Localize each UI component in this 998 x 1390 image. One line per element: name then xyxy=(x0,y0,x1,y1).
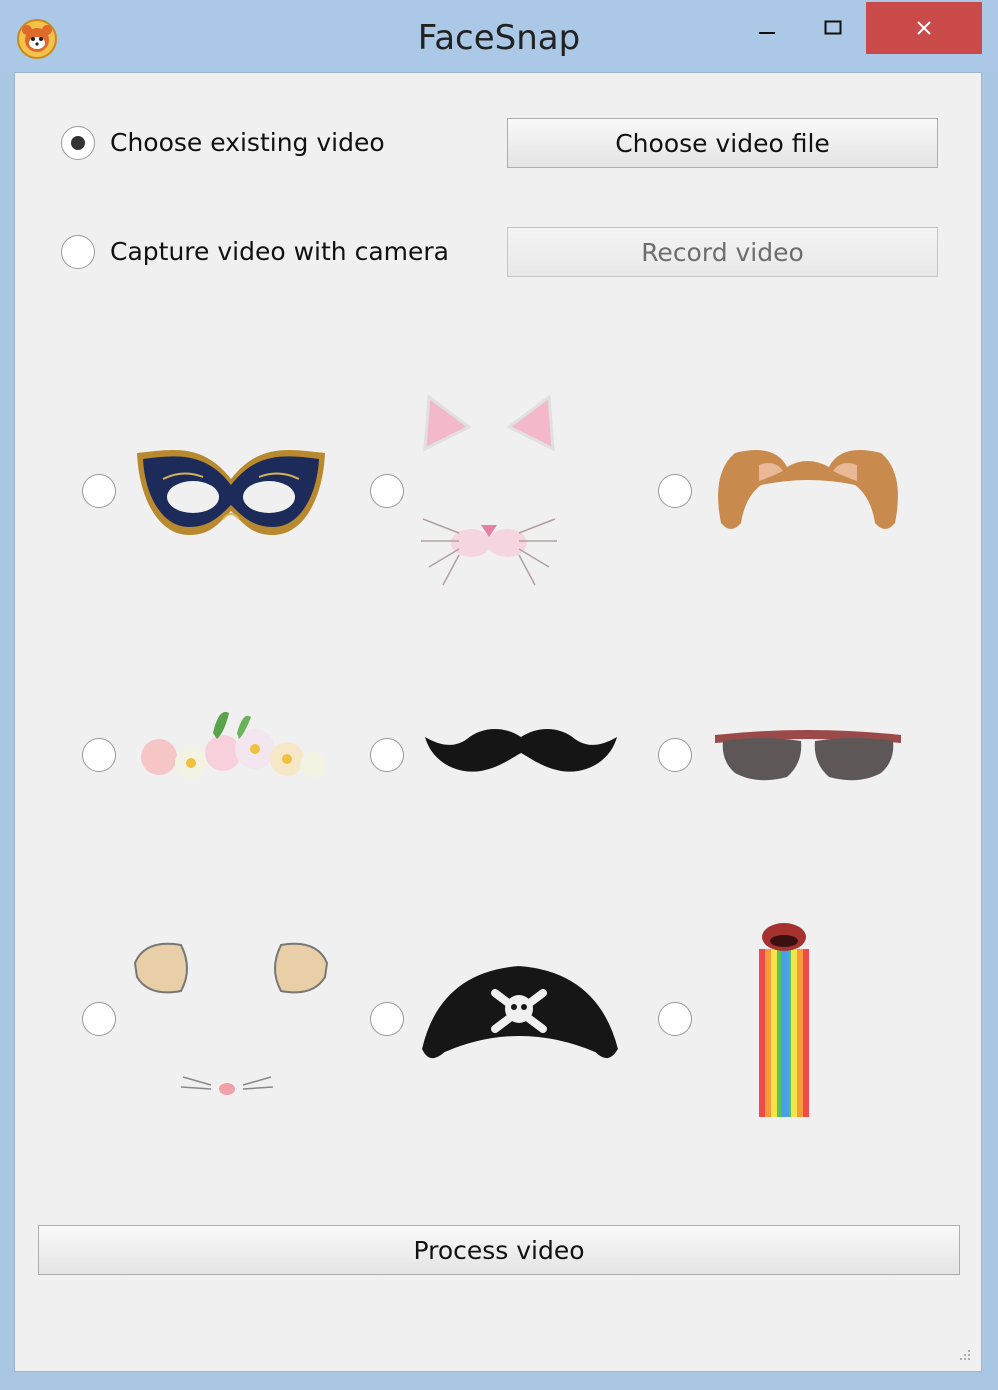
filter-radio-dog[interactable] xyxy=(658,474,692,508)
flower-crown-icon[interactable] xyxy=(133,703,329,803)
close-icon xyxy=(917,21,931,35)
filter-radio-pirate[interactable] xyxy=(370,1002,404,1036)
cat-ears-nose-icon[interactable] xyxy=(419,391,559,587)
mustache-icon[interactable] xyxy=(423,723,619,783)
maximize-button[interactable] xyxy=(804,2,862,54)
filter-radio-flowers[interactable] xyxy=(82,738,116,772)
process-video-button[interactable]: Process video xyxy=(38,1225,960,1275)
existing-video-label[interactable]: Choose existing video xyxy=(110,128,385,157)
camera-video-label[interactable]: Capture video with camera xyxy=(110,237,449,266)
resize-grip-icon[interactable] xyxy=(959,1349,971,1361)
maximize-icon xyxy=(824,20,842,35)
camera-video-radio[interactable] xyxy=(61,235,95,269)
filter-radio-mask[interactable] xyxy=(82,474,116,508)
rainbow-tongue-icon[interactable] xyxy=(757,919,811,1119)
record-video-button: Record video xyxy=(507,227,938,277)
title-bar: FaceSnap xyxy=(0,0,998,72)
filter-radio-sunglasses[interactable] xyxy=(658,738,692,772)
masquerade-mask-icon[interactable] xyxy=(133,439,329,539)
filter-radio-rainbow[interactable] xyxy=(658,1002,692,1036)
filter-radio-mouse[interactable] xyxy=(82,1002,116,1036)
minimize-button[interactable] xyxy=(738,2,796,54)
filter-radio-mustache[interactable] xyxy=(370,738,404,772)
close-button[interactable] xyxy=(866,2,982,54)
main-panel: Choose existing video Choose video file … xyxy=(14,72,982,1372)
existing-video-radio[interactable] xyxy=(61,126,95,160)
choose-video-file-button[interactable]: Choose video file xyxy=(507,118,938,168)
minimize-icon xyxy=(759,32,775,34)
sunglasses-icon[interactable] xyxy=(713,723,903,789)
mouse-ears-nose-icon[interactable] xyxy=(131,937,331,1101)
filter-radio-cat[interactable] xyxy=(370,474,404,508)
dog-ears-icon[interactable] xyxy=(715,443,901,535)
pirate-hat-icon[interactable] xyxy=(419,963,621,1071)
